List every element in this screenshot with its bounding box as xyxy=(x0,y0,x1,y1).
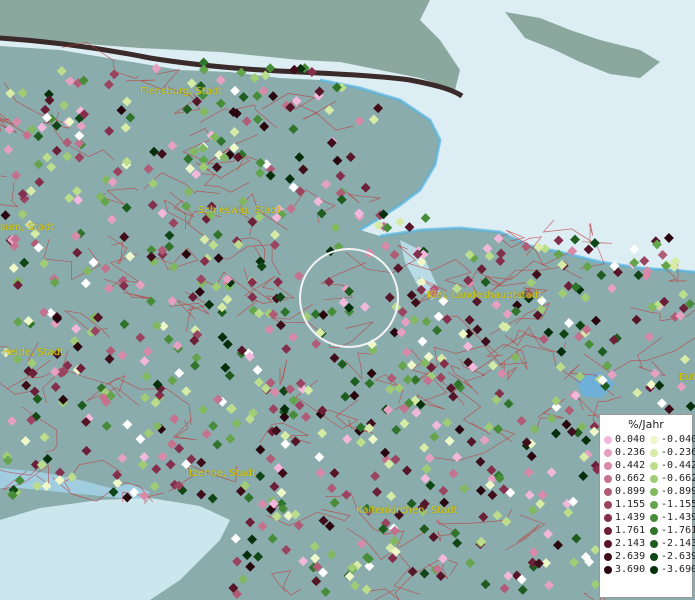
legend-value: -0.040 xyxy=(661,434,695,445)
legend-swatch xyxy=(604,500,612,509)
legend-swatch xyxy=(604,565,612,574)
legend-value: -1.439 xyxy=(661,512,695,523)
legend-entry-negative: -1.439 xyxy=(646,512,695,523)
legend-entry-negative: -0.662 xyxy=(646,473,695,484)
legend-entry-positive: 0.662 xyxy=(600,473,646,484)
legend-entry-positive: 3.690 xyxy=(600,564,646,575)
legend-swatch xyxy=(650,487,658,496)
legend-value: 2.639 xyxy=(615,551,646,562)
legend-value: 0.899 xyxy=(615,486,646,497)
legend-entry-positive: 0.442 xyxy=(600,460,646,471)
legend-swatch xyxy=(604,435,612,444)
legend-value: 0.040 xyxy=(615,434,646,445)
legend-value: 1.761 xyxy=(615,525,646,536)
legend-entry-negative: -1.155 xyxy=(646,499,695,510)
legend-entry-negative: -2.143 xyxy=(646,538,695,549)
legend-row: 0.442 -0.442 xyxy=(600,459,695,472)
city-label-schleswig: Schleswig, Stadt xyxy=(198,205,281,216)
legend-value: -1.761 xyxy=(661,525,695,536)
legend-value: -3.690 xyxy=(661,564,695,575)
city-label-heide: Heide, Stadt xyxy=(2,347,64,358)
legend-value: 2.143 xyxy=(615,538,646,549)
legend-entry-positive: 0.040 xyxy=(600,434,646,445)
legend-swatch xyxy=(650,448,658,457)
legend-row: 2.143 -2.143 xyxy=(600,537,695,550)
legend-row: 1.761 -1.761 xyxy=(600,524,695,537)
city-label-itzehoe: Itzehoe, Stadt xyxy=(186,468,256,479)
legend-swatch xyxy=(650,435,658,444)
legend-row: 0.662 -0.662 xyxy=(600,472,695,485)
basemap xyxy=(0,0,695,600)
legend-value: -2.143 xyxy=(661,538,695,549)
legend-entry-positive: 0.236 xyxy=(600,447,646,458)
legend-entry-negative: -3.690 xyxy=(646,564,695,575)
legend-swatch xyxy=(604,539,612,548)
legend-value: -0.899 xyxy=(661,486,695,497)
legend-swatch xyxy=(604,513,612,522)
legend-row: 0.899 -0.899 xyxy=(600,485,695,498)
legend-swatch xyxy=(604,487,612,496)
legend-entry-positive: 2.639 xyxy=(600,551,646,562)
legend-entry-negative: -1.761 xyxy=(646,525,695,536)
legend-swatch xyxy=(650,461,658,470)
legend-swatch xyxy=(650,552,658,561)
legend-swatch xyxy=(650,474,658,483)
legend: %/Jahr 0.040 -0.040 0.236 -0.236 0.442 -0.442… xyxy=(599,414,695,598)
legend-swatch xyxy=(604,526,612,535)
legend-value: -0.662 xyxy=(661,473,695,484)
legend-entry-negative: -0.236 xyxy=(646,447,695,458)
legend-value: -2.639 xyxy=(661,551,695,562)
legend-value: 0.442 xyxy=(615,460,646,471)
legend-title: %/Jahr xyxy=(628,418,664,431)
legend-value: -0.236 xyxy=(661,447,695,458)
legend-row: 3.690 -3.690 xyxy=(600,563,695,576)
legend-value: -0.442 xyxy=(661,460,695,471)
legend-value: 0.662 xyxy=(615,473,646,484)
legend-entry-positive: 1.155 xyxy=(600,499,646,510)
legend-row: 1.155 -1.155 xyxy=(600,498,695,511)
city-label-kaltenkirchen: Kaltenkirchen, Stadt xyxy=(356,505,458,516)
city-label-eutin: Eut xyxy=(679,372,695,383)
legend-swatch xyxy=(650,500,658,509)
legend-swatch xyxy=(650,539,658,548)
legend-swatch xyxy=(604,552,612,561)
legend-entry-positive: 1.439 xyxy=(600,512,646,523)
legend-entry-positive: 2.143 xyxy=(600,538,646,549)
legend-row: 2.639 -2.639 xyxy=(600,550,695,563)
legend-swatch xyxy=(604,474,612,483)
legend-swatch xyxy=(650,565,658,574)
legend-value: 1.439 xyxy=(615,512,646,523)
legend-entry-negative: -0.040 xyxy=(646,434,695,445)
city-label-flensburg: Flensburg, Stadt xyxy=(140,86,223,97)
legend-swatch xyxy=(650,513,658,522)
legend-entry-negative: -0.442 xyxy=(646,460,695,471)
legend-entry-positive: 0.899 xyxy=(600,486,646,497)
city-label-husum: sum, Stadt xyxy=(0,222,55,233)
legend-value: -1.155 xyxy=(661,499,695,510)
legend-entry-negative: -2.639 xyxy=(646,551,695,562)
legend-swatch xyxy=(604,461,612,470)
legend-swatch xyxy=(604,448,612,457)
legend-row: 0.236 -0.236 xyxy=(600,446,695,459)
legend-value: 0.236 xyxy=(615,447,646,458)
legend-row: 0.040 -0.040 xyxy=(600,433,695,446)
legend-value: 1.155 xyxy=(615,499,646,510)
legend-rows: 0.040 -0.040 0.236 -0.236 0.442 -0.442 0.662 -0… xyxy=(600,433,695,576)
legend-value: 3.690 xyxy=(615,564,646,575)
city-label-kiel: Kiel, Landeshauptstadt xyxy=(427,290,542,301)
map-canvas[interactable]: Flensburg, Stadt Schleswig, Stadt sum, S… xyxy=(0,0,695,600)
legend-swatch xyxy=(650,526,658,535)
legend-row: 1.439 -1.439 xyxy=(600,511,695,524)
legend-entry-positive: 1.761 xyxy=(600,525,646,536)
legend-entry-negative: -0.899 xyxy=(646,486,695,497)
